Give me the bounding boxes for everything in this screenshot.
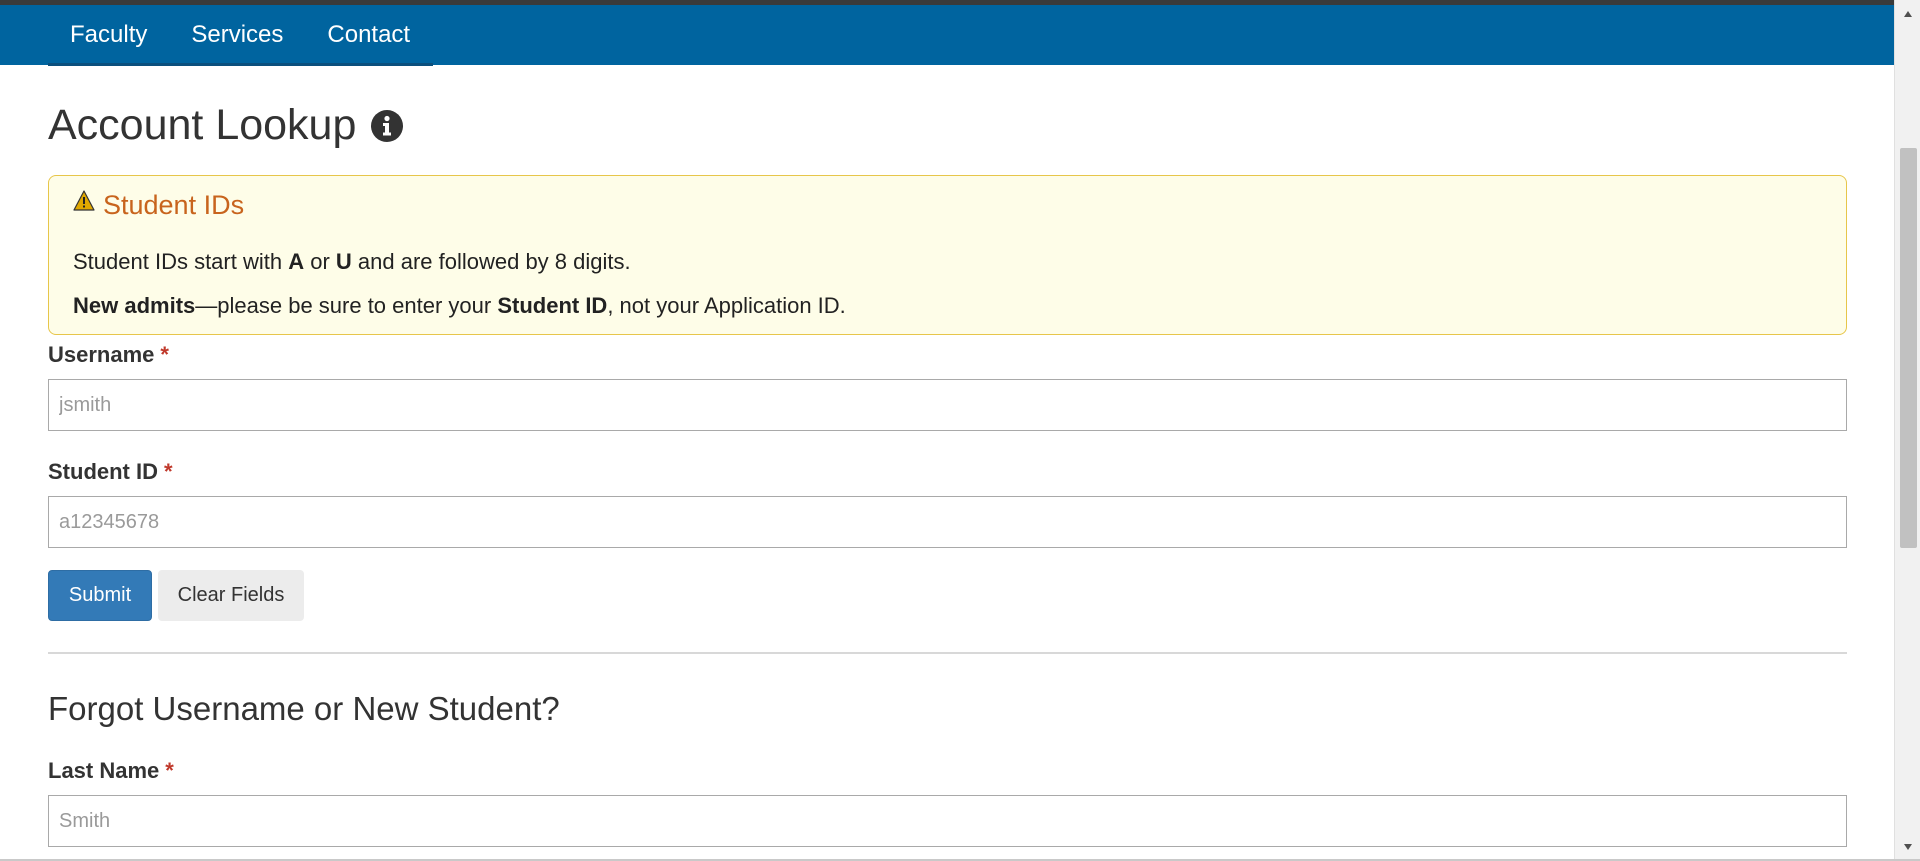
nav-underline (48, 63, 433, 66)
nav-menu: Faculty Services Contact (48, 5, 432, 65)
page-title: Account Lookup (48, 101, 357, 149)
info-circle-icon[interactable] (370, 109, 404, 143)
student-id-alert: Student IDs Student IDs start with A or … (48, 175, 1847, 335)
alert-text: Student IDs start with (73, 249, 289, 274)
alert-title: Student IDs (103, 190, 245, 220)
submit-button[interactable]: Submit (48, 570, 152, 621)
student-id-input[interactable] (48, 496, 1847, 548)
alert-line-id-format: Student IDs start with A or U and are fo… (73, 249, 631, 275)
nav-item-contact[interactable]: Contact (305, 5, 432, 65)
username-label-text: Username (48, 342, 155, 367)
warning-triangle-icon (73, 189, 95, 211)
nav-item-services[interactable]: Services (169, 5, 305, 65)
alert-text: or (304, 249, 336, 274)
required-mark: * (165, 758, 174, 783)
required-mark: * (160, 342, 169, 367)
alert-text: and are followed by 8 digits. (351, 249, 631, 274)
top-navbar: Faculty Services Contact (0, 5, 1894, 65)
title-row: Account Lookup (48, 101, 404, 150)
alert-text: —please be sure to enter your (195, 293, 498, 318)
alert-bold-student-id: Student ID (497, 293, 608, 318)
alert-bold-new-admits: New admits (73, 293, 196, 318)
alert-text: , not your Application ID. (607, 293, 846, 318)
last-name-input[interactable] (48, 795, 1847, 847)
clear-fields-button[interactable]: Clear Fields (158, 570, 304, 621)
alert-line-new-admits: New admits—please be sure to enter your … (73, 293, 846, 319)
alert-bold-a: A (288, 249, 305, 274)
username-input[interactable] (48, 379, 1847, 431)
required-mark: * (164, 459, 173, 484)
forgot-section-title: Forgot Username or New Student? (48, 690, 560, 727)
nav-item-faculty[interactable]: Faculty (48, 5, 169, 65)
last-name-label: Last Name * (48, 758, 174, 784)
student-id-label: Student ID * (48, 459, 173, 485)
alert-heading: Student IDs (73, 189, 245, 221)
last-name-label-text: Last Name (48, 758, 160, 783)
vertical-scrollbar[interactable] (1894, 0, 1920, 861)
student-id-label-text: Student ID (48, 459, 158, 484)
scroll-up-arrow-icon[interactable] (1895, 4, 1920, 24)
section-divider (48, 652, 1847, 654)
username-label: Username * (48, 342, 169, 368)
scroll-down-arrow-icon[interactable] (1895, 837, 1920, 857)
alert-bold-u: U (335, 249, 352, 274)
scrollbar-thumb[interactable] (1900, 148, 1917, 548)
